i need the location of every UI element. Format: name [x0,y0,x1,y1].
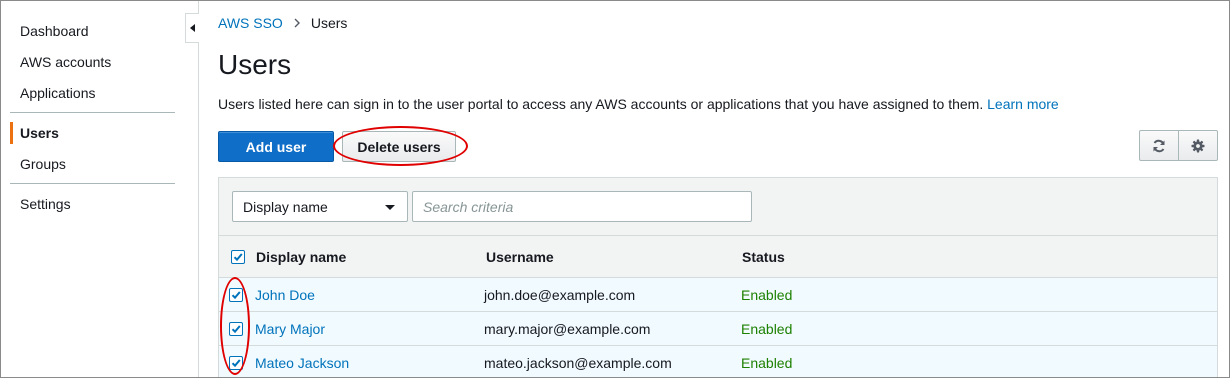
description-text: Users listed here can sign in to the use… [218,96,984,112]
table-row[interactable]: John Doe john.doe@example.com Enabled [219,278,1217,312]
user-display-name-link[interactable]: Mateo Jackson [255,355,349,371]
sidebar-divider [10,183,175,184]
window-frame: Dashboard AWS accounts Applications User… [0,0,1230,378]
sidebar-item-applications[interactable]: Applications [20,85,96,101]
table-row[interactable]: Mary Major mary.major@example.com Enable… [219,312,1217,346]
breadcrumb-link-aws-sso[interactable]: AWS SSO [218,15,283,31]
column-header-username[interactable]: Username [486,249,554,265]
user-username: mary.major@example.com [484,321,651,337]
column-header-display-name[interactable]: Display name [256,249,346,265]
sidebar: Dashboard AWS accounts Applications User… [1,1,185,377]
user-status: Enabled [741,355,793,371]
user-username: john.doe@example.com [484,287,636,303]
sidebar-border [198,1,199,377]
users-table-panel: Display name Display name Username Statu… [218,177,1218,377]
page-description: Users listed here can sign in to the use… [218,96,1059,112]
user-display-name-link[interactable]: John Doe [255,287,315,303]
breadcrumb-separator [293,16,301,31]
search-input[interactable] [412,191,752,222]
select-all-checkbox[interactable] [231,250,245,264]
row-checkbox[interactable] [229,322,243,336]
sidebar-divider [10,112,175,113]
sidebar-item-settings[interactable]: Settings [20,196,71,212]
breadcrumb-current: Users [310,15,348,31]
table-header: Display name Username Status [219,236,1217,278]
filter-property-select[interactable]: Display name [232,191,408,222]
row-checkbox[interactable] [229,288,243,302]
column-header-status[interactable]: Status [742,249,785,265]
filter-property-value: Display name [243,198,328,215]
sidebar-item-users[interactable]: Users [20,125,59,141]
sidebar-item-groups[interactable]: Groups [20,156,66,172]
checkmark-icon [233,253,243,262]
row-checkbox[interactable] [229,356,243,370]
user-status: Enabled [741,287,793,303]
sidebar-item-aws-accounts[interactable]: AWS accounts [20,54,111,70]
table-row[interactable]: Mateo Jackson mateo.jackson@example.com … [219,346,1217,377]
learn-more-link[interactable]: Learn more [987,96,1059,112]
breadcrumb: AWS SSO Users [218,15,347,31]
user-display-name-link[interactable]: Mary Major [255,321,325,337]
caret-down-icon [385,205,395,210]
checkmark-icon [231,291,241,300]
collapse-sidebar-button[interactable] [185,13,199,43]
user-status: Enabled [741,321,793,337]
preferences-button[interactable] [1178,130,1218,161]
delete-users-button[interactable]: Delete users [342,131,456,162]
user-username: mateo.jackson@example.com [484,355,672,371]
refresh-icon [1153,139,1165,152]
sidebar-item-dashboard[interactable]: Dashboard [20,23,89,39]
chevron-right-icon [294,18,300,27]
active-nav-indicator [10,122,13,144]
gear-icon [1191,139,1205,152]
filter-bar: Display name [219,178,1217,236]
caret-left-icon [190,24,195,32]
refresh-button[interactable] [1139,130,1179,161]
page-title: Users [218,49,292,80]
checkmark-icon [231,325,241,334]
add-user-button[interactable]: Add user [218,131,334,162]
checkmark-icon [231,359,241,368]
